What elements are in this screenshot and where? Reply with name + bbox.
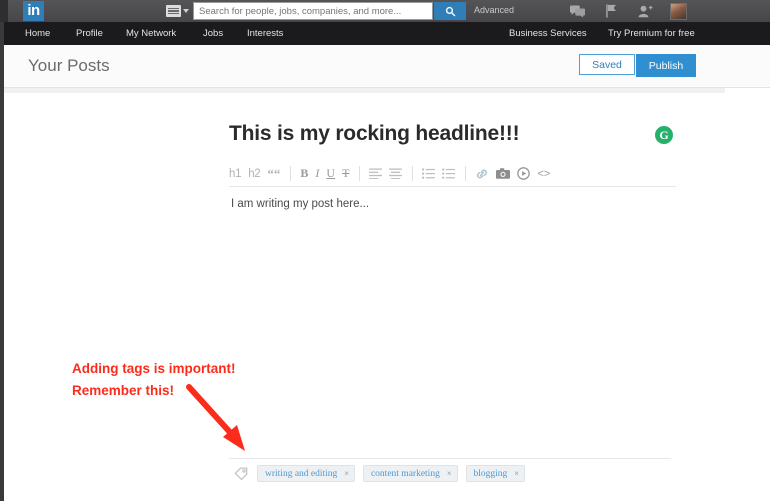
flag-icon[interactable] <box>602 3 620 19</box>
main-navigation-bar: Home Profile My Network Jobs Interests B… <box>0 22 770 45</box>
window-frame-corner <box>0 0 8 22</box>
heading-2-button[interactable]: h2 <box>248 165 261 183</box>
post-editor-area: This is my rocking headline!!! G h1 h2 “… <box>4 93 770 501</box>
page-title: Your Posts <box>28 56 110 75</box>
messages-icon[interactable] <box>568 3 586 19</box>
nav-item-interests[interactable]: Interests <box>247 28 283 39</box>
page-header-bar: Your Posts Saved Publish <box>4 45 770 88</box>
linkedin-publishing-screen: in Advanced <box>0 0 770 501</box>
post-headline[interactable]: This is my rocking headline!!! <box>229 122 520 146</box>
remove-tag-icon[interactable]: × <box>514 469 519 478</box>
add-connection-icon[interactable] <box>636 3 654 19</box>
post-body-text[interactable]: I am writing my post here... <box>231 198 369 210</box>
advanced-search-link[interactable]: Advanced <box>474 5 514 15</box>
profile-avatar[interactable] <box>670 3 687 20</box>
nav-item-try-premium[interactable]: Try Premium for free <box>608 28 695 39</box>
annotation-arrow-icon <box>186 384 245 451</box>
remove-tag-icon[interactable]: × <box>447 469 452 478</box>
window-frame-left-edge <box>0 0 4 501</box>
tag-label: content marketing <box>370 468 440 479</box>
heading-1-button[interactable]: h1 <box>229 165 242 183</box>
tag-label: writing and editing <box>265 468 338 479</box>
nav-item-home[interactable]: Home <box>25 28 50 39</box>
bullet-list-button[interactable] <box>442 165 456 183</box>
search-field-wrapper[interactable] <box>193 2 433 20</box>
editor-toolbar: h1 h2 ““ B I U T <> <box>229 161 676 187</box>
remove-tag-icon[interactable]: × <box>344 469 349 478</box>
annotation-line-2: Remember this! <box>72 383 175 398</box>
nav-item-business-services[interactable]: Business Services <box>509 28 587 39</box>
tags-divider <box>229 458 671 459</box>
search-icon <box>445 6 455 16</box>
publish-button[interactable]: Publish <box>636 54 696 77</box>
top-utility-bar: in Advanced <box>0 0 770 22</box>
ordered-list-button[interactable] <box>422 165 436 183</box>
linkedin-logo[interactable]: in <box>23 1 44 21</box>
tag-pill[interactable]: content marketing × <box>362 465 458 482</box>
nav-item-jobs[interactable]: Jobs <box>203 28 223 39</box>
tag-pill[interactable]: writing and editing × <box>257 465 355 482</box>
underline-button[interactable]: U <box>326 165 335 183</box>
toolbar-separator-2 <box>359 166 361 181</box>
annotation-line-1: Adding tags is important! <box>72 361 236 376</box>
toolbar-separator-1 <box>290 166 292 181</box>
nav-item-my-network[interactable]: My Network <box>126 28 176 39</box>
tags-row: writing and editing × content marketing … <box>234 465 533 482</box>
tag-icon <box>234 466 248 481</box>
video-icon[interactable] <box>517 165 531 183</box>
align-left-button[interactable] <box>369 165 383 183</box>
strikethrough-button[interactable]: T <box>342 165 349 183</box>
grammarly-icon-headline[interactable]: G <box>655 126 673 144</box>
toolbar-separator-3 <box>412 166 414 181</box>
tag-pill[interactable]: blogging × <box>465 465 525 482</box>
tag-label: blogging <box>473 468 508 479</box>
italic-button[interactable]: I <box>315 165 319 183</box>
toolbar-separator-4 <box>465 166 467 181</box>
camera-icon[interactable] <box>496 165 511 183</box>
grid-menu-icon[interactable] <box>166 4 190 18</box>
search-button[interactable] <box>434 2 466 20</box>
search-input[interactable] <box>194 5 432 17</box>
saved-button[interactable]: Saved <box>579 54 635 75</box>
align-center-button[interactable] <box>389 165 403 183</box>
link-button[interactable] <box>475 165 489 183</box>
bold-button[interactable]: B <box>300 165 308 183</box>
chevron-down-icon <box>183 9 189 13</box>
blockquote-button[interactable]: ““ <box>267 165 280 183</box>
header-shadow-strip <box>4 88 725 93</box>
nav-item-profile[interactable]: Profile <box>76 28 103 39</box>
embed-code-button[interactable]: <> <box>537 165 550 183</box>
